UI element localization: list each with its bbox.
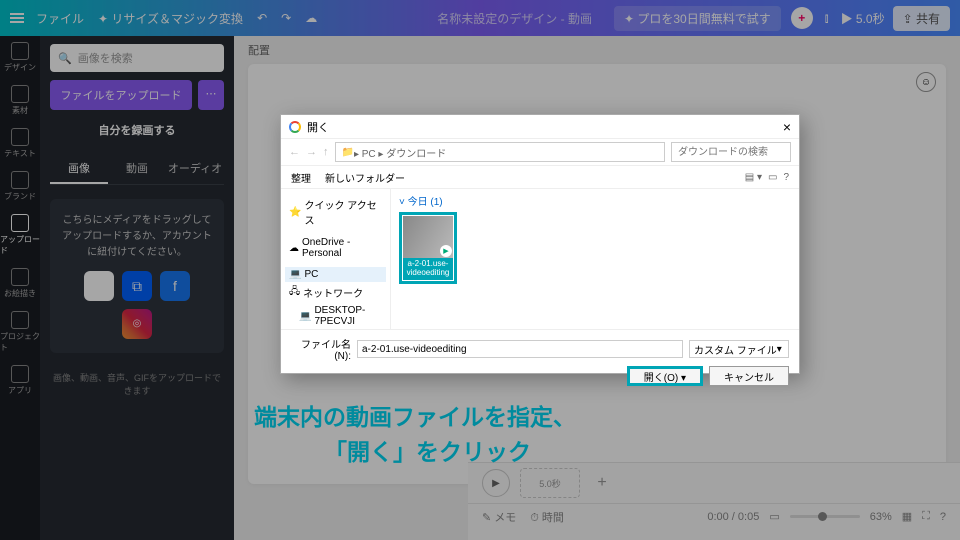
path-bar[interactable]: 📁 ▸ PC ▸ ダウンロード <box>335 142 666 162</box>
preview-pane-icon[interactable]: ▭ <box>768 172 777 183</box>
back-icon[interactable]: ← <box>289 146 300 158</box>
organize-menu[interactable]: 整理 <box>291 170 311 185</box>
folder-tree: ⭐ クイック アクセス ☁ OneDrive - Personal 💻 PC 🖧… <box>281 189 391 329</box>
tree-desktop[interactable]: 💻 DESKTOP-7PECVJI <box>285 303 386 329</box>
file-group-label[interactable]: ˅ 今日 (1) <box>399 193 791 208</box>
up-icon[interactable]: ↑ <box>323 146 329 158</box>
view-options-icon[interactable]: ▤ ▾ <box>745 172 762 183</box>
tree-pc[interactable]: 💻 PC <box>285 267 386 282</box>
tree-onedrive[interactable]: ☁ OneDrive - Personal <box>285 235 386 261</box>
chrome-icon <box>289 121 301 133</box>
dialog-title: 開く <box>307 119 329 135</box>
file-item-selected[interactable]: ▶ a-2-01.use-videoediting <box>399 212 457 284</box>
file-type-dropdown[interactable]: カスタム ファイル ▾ <box>689 340 789 358</box>
filename-input[interactable] <box>357 340 683 358</box>
filename-label: ファイル名(N): <box>291 336 351 362</box>
instruction-caption: 端末内の動画ファイルを指定、 「開く」をクリック <box>254 400 576 469</box>
cancel-button[interactable]: キャンセル <box>709 366 789 386</box>
open-button[interactable]: 開く(O) ▾ <box>627 366 703 386</box>
help-dialog-icon[interactable]: ? <box>783 172 789 183</box>
tree-network[interactable]: 🖧 ネットワーク <box>285 282 386 303</box>
file-name-label: a-2-01.use-videoediting <box>403 258 453 280</box>
close-icon[interactable]: × <box>783 119 791 135</box>
file-open-dialog: 開く × ← → ↑ 📁 ▸ PC ▸ ダウンロード 整理 新しいフォルダー ▤… <box>280 114 800 374</box>
new-folder-button[interactable]: 新しいフォルダー <box>325 170 405 185</box>
forward-icon[interactable]: → <box>306 146 317 158</box>
caption-line1: 端末内の動画ファイルを指定、 <box>254 400 576 435</box>
file-list: ˅ 今日 (1) ▶ a-2-01.use-videoediting <box>391 189 799 329</box>
video-badge-icon: ▶ <box>440 245 452 257</box>
caption-line2: 「開く」をクリック <box>324 435 576 470</box>
tree-quick-access[interactable]: ⭐ クイック アクセス <box>285 195 386 229</box>
dialog-search-input[interactable] <box>671 142 791 162</box>
